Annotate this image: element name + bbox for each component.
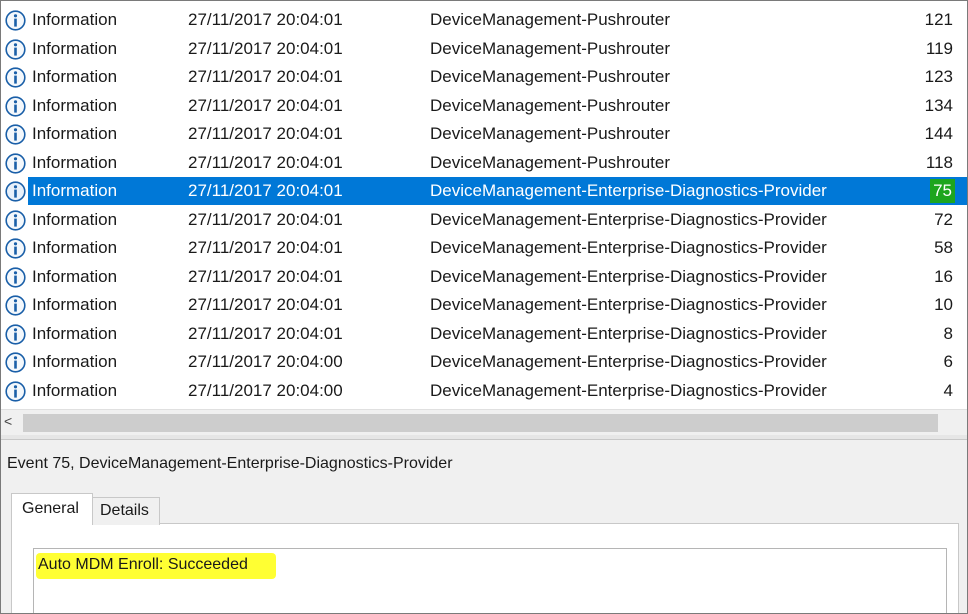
- event-id: 123: [924, 67, 953, 86]
- tab-general[interactable]: General: [11, 493, 93, 525]
- event-source: DeviceManagement-Pushrouter: [430, 124, 671, 143]
- information-icon: [5, 124, 26, 145]
- event-date: 27/11/2017 20:04:01: [188, 323, 343, 343]
- event-id: 118: [925, 152, 953, 172]
- event-date: 27/11/2017 20:04:01: [188, 124, 343, 143]
- event-source: DeviceManagement-Enterprise-Diagnostics-…: [430, 238, 827, 257]
- event-date: 27/11/2017 20:04:01: [188, 181, 343, 200]
- event-source: DeviceManagement-Enterprise-Diagnostics-…: [430, 209, 827, 229]
- event-row[interactable]: Information 27/11/2017 20:04:01 DeviceMana…: [1, 320, 967, 348]
- event-row[interactable]: Information 27/11/2017 20:04:01 DeviceMana…: [1, 177, 967, 205]
- event-source: DeviceManagement-Pushrouter: [430, 38, 671, 58]
- event-level: Information: [32, 38, 118, 58]
- event-level: Information: [32, 181, 118, 200]
- event-level: Information: [32, 67, 118, 86]
- event-date: 27/11/2017 20:04:01: [188, 295, 343, 314]
- event-level: Information: [32, 380, 118, 400]
- event-level: Information: [32, 295, 118, 314]
- event-id: 6: [943, 352, 953, 371]
- information-icon: [5, 67, 26, 88]
- event-detail-header: Event 75, DeviceManagement-Enterprise-Di…: [1, 440, 967, 488]
- event-row[interactable]: Information 27/11/2017 20:04:01 DeviceMana…: [1, 35, 967, 63]
- event-id: 75: [930, 179, 955, 203]
- information-icon: [5, 152, 26, 174]
- event-source: DeviceManagement-Enterprise-Diagnostics-…: [430, 295, 827, 314]
- event-date: 27/11/2017 20:04:01: [188, 67, 343, 86]
- event-date: 27/11/2017 20:04:01: [188, 238, 343, 257]
- information-icon: [5, 295, 26, 316]
- information-icon: [5, 209, 26, 231]
- event-row[interactable]: Information 27/11/2017 20:04:01 DeviceMana…: [1, 234, 967, 262]
- event-id: 4: [943, 380, 953, 400]
- event-list: Information 27/11/2017 20:04:01 DeviceMana…: [1, 1, 967, 409]
- event-id: 8: [943, 323, 953, 343]
- event-level: Information: [32, 238, 118, 257]
- event-level: Information: [32, 10, 118, 29]
- event-row[interactable]: Information 27/11/2017 20:04:01 DeviceMana…: [1, 92, 967, 120]
- scrollbar-thumb[interactable]: [23, 414, 938, 432]
- event-date: 27/11/2017 20:04:01: [188, 38, 343, 58]
- event-date: 27/11/2017 20:04:00: [188, 380, 343, 400]
- information-icon: [5, 266, 26, 288]
- scroll-left-icon[interactable]: <: [4, 413, 12, 429]
- event-row[interactable]: Information 27/11/2017 20:04:00 DeviceMana…: [1, 377, 967, 405]
- event-id: 58: [934, 238, 953, 257]
- information-icon: [5, 95, 26, 117]
- event-level: Information: [32, 152, 118, 172]
- event-row[interactable]: Information 27/11/2017 20:04:00 DeviceMana…: [1, 348, 967, 376]
- event-source: DeviceManagement-Enterprise-Diagnostics-…: [430, 181, 827, 200]
- event-source: DeviceManagement-Pushrouter: [430, 152, 671, 172]
- information-icon: [5, 238, 26, 259]
- tab-details-label: Details: [100, 502, 149, 519]
- event-date: 27/11/2017 20:04:01: [188, 209, 343, 229]
- event-row[interactable]: Information 27/11/2017 20:04:01 DeviceMana…: [1, 6, 967, 34]
- event-id: 72: [934, 209, 953, 229]
- event-row[interactable]: Information 27/11/2017 20:04:01 DeviceMana…: [1, 291, 967, 319]
- event-date: 27/11/2017 20:04:01: [188, 95, 343, 115]
- event-viewer-window: Information 27/11/2017 20:04:01 DeviceMana…: [0, 0, 968, 614]
- event-source: DeviceManagement-Pushrouter: [430, 67, 671, 86]
- event-row[interactable]: Information 27/11/2017 20:04:01 DeviceMana…: [1, 149, 967, 177]
- event-level: Information: [32, 124, 118, 143]
- event-source: DeviceManagement-Enterprise-Diagnostics-…: [430, 380, 827, 400]
- event-row[interactable]: Information 27/11/2017 20:04:01 DeviceMana…: [1, 120, 967, 148]
- event-row[interactable]: Information 27/11/2017 20:04:01 DeviceMana…: [1, 206, 967, 234]
- tab-general-label: General: [22, 500, 79, 517]
- information-icon: [5, 323, 26, 345]
- event-source: DeviceManagement-Enterprise-Diagnostics-…: [430, 323, 827, 343]
- event-source: DeviceManagement-Pushrouter: [430, 10, 671, 29]
- information-icon: [5, 380, 26, 402]
- information-icon: [5, 181, 26, 202]
- event-date: 27/11/2017 20:04:01: [188, 10, 343, 29]
- event-row[interactable]: Information 27/11/2017 20:04:01 DeviceMana…: [1, 63, 967, 91]
- event-message-box[interactable]: Auto MDM Enroll: Succeeded: [33, 548, 947, 613]
- event-source: DeviceManagement-Enterprise-Diagnostics-…: [430, 266, 827, 286]
- event-date: 27/11/2017 20:04:01: [188, 266, 343, 286]
- event-message-text: Auto MDM Enroll: Succeeded: [38, 556, 248, 573]
- event-source: DeviceManagement-Enterprise-Diagnostics-…: [430, 352, 827, 371]
- horizontal-scrollbar[interactable]: <: [1, 409, 967, 436]
- event-id: 10: [934, 295, 953, 314]
- event-level: Information: [32, 323, 118, 343]
- information-icon: [5, 38, 26, 60]
- event-date: 27/11/2017 20:04:00: [188, 352, 343, 371]
- event-id: 144: [924, 124, 953, 143]
- tab-details[interactable]: Details: [92, 497, 160, 525]
- event-level: Information: [32, 266, 118, 286]
- event-source: DeviceManagement-Pushrouter: [430, 95, 671, 115]
- event-detail-title: Event 75, DeviceManagement-Enterprise-Di…: [7, 455, 453, 472]
- event-id: 119: [925, 38, 953, 58]
- event-id: 134: [924, 95, 953, 115]
- event-level: Information: [32, 209, 118, 229]
- event-row[interactable]: Information 27/11/2017 20:04:01 DeviceMana…: [1, 263, 967, 291]
- information-icon: [5, 352, 26, 373]
- event-date: 27/11/2017 20:04:01: [188, 152, 343, 172]
- event-id: 16: [934, 266, 953, 286]
- event-level: Information: [32, 95, 118, 115]
- event-level: Information: [32, 352, 118, 371]
- information-icon: [5, 10, 26, 31]
- event-id: 121: [924, 10, 953, 29]
